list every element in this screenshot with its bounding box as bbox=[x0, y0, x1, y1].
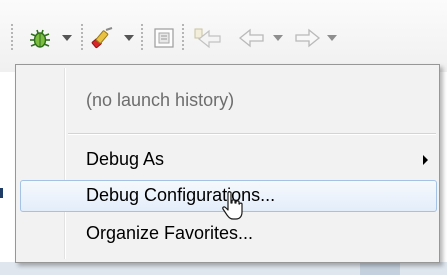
toolbar-separator bbox=[182, 24, 184, 50]
back-dropdown-arrow[interactable] bbox=[273, 35, 283, 41]
last-edit-location-icon[interactable] bbox=[193, 27, 223, 49]
debug-bug-icon[interactable] bbox=[27, 26, 53, 50]
external-tools-icon[interactable] bbox=[90, 26, 116, 50]
toggle-view-icon[interactable] bbox=[153, 27, 175, 49]
submenu-arrow-icon bbox=[423, 155, 428, 165]
toolbar-separator bbox=[11, 24, 13, 50]
menu-item-no-launch-history: (no launch history) bbox=[20, 85, 437, 117]
menu-item-debug-as[interactable]: Debug As bbox=[20, 144, 437, 176]
background-window-strip bbox=[0, 262, 447, 275]
forward-icon[interactable] bbox=[293, 27, 321, 49]
debug-dropdown-menu: (no launch history) Debug As Debug Confi… bbox=[15, 64, 440, 263]
menu-separator bbox=[68, 133, 436, 135]
menu-item-label: Organize Favorites... bbox=[86, 223, 254, 243]
debug-dropdown-arrow[interactable] bbox=[62, 35, 72, 41]
mouse-cursor-icon bbox=[222, 191, 243, 220]
toolbar-separator bbox=[141, 24, 143, 50]
menu-item-label: Debug As bbox=[86, 149, 165, 169]
forward-dropdown-arrow[interactable] bbox=[327, 35, 337, 41]
external-tools-dropdown-arrow[interactable] bbox=[124, 35, 134, 41]
toolbar-separator bbox=[81, 24, 83, 50]
background-window-edge bbox=[0, 188, 3, 198]
menu-item-label: (no launch history) bbox=[86, 90, 235, 110]
menu-item-label: Debug Configurations... bbox=[86, 185, 276, 205]
back-icon[interactable] bbox=[238, 27, 266, 49]
background-window-tab bbox=[360, 262, 400, 275]
main-toolbar bbox=[0, 0, 447, 72]
